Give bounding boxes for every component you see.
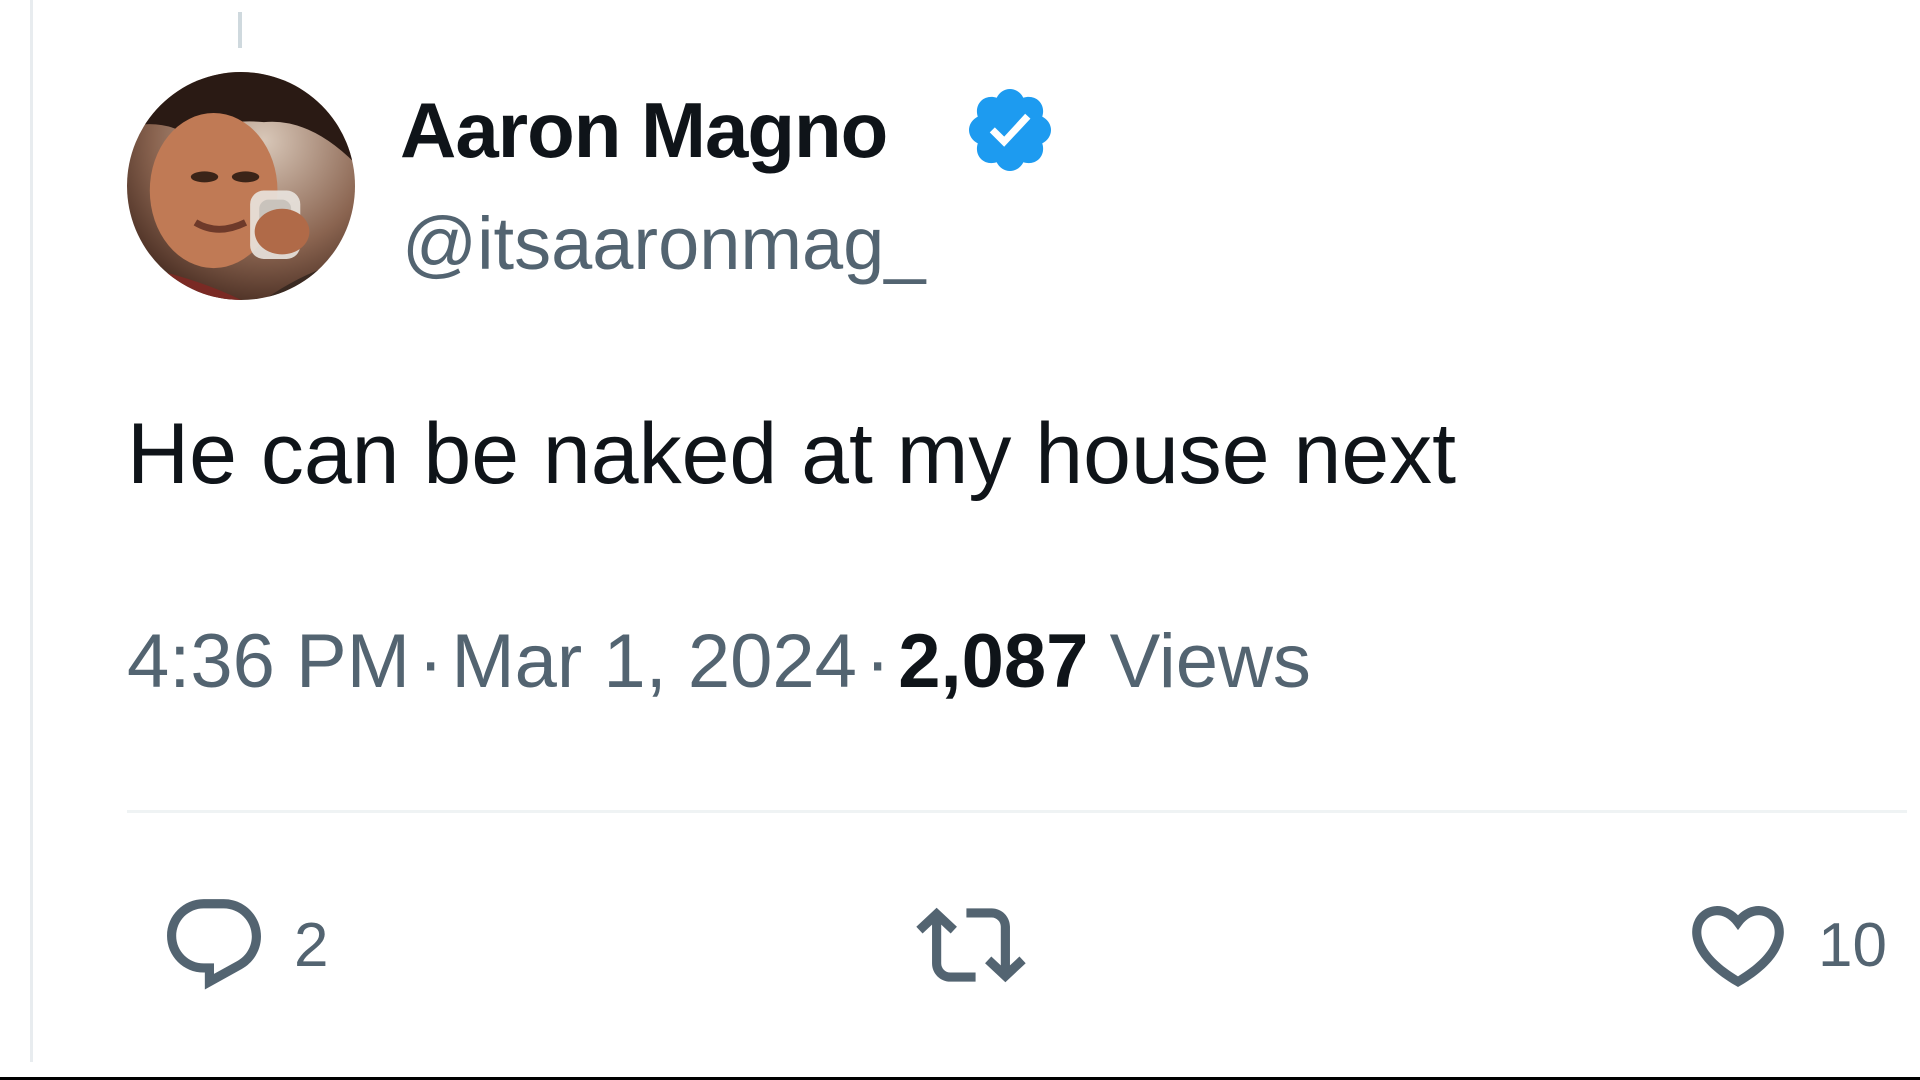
heart-icon bbox=[1692, 906, 1784, 987]
tweet-date[interactable]: Mar 1, 2024 bbox=[451, 619, 857, 704]
repost-icon bbox=[916, 907, 1026, 983]
divider bbox=[127, 810, 1907, 813]
verified-badge-icon bbox=[969, 89, 1051, 171]
like-button[interactable]: 10 bbox=[1680, 890, 1887, 1000]
author-handle[interactable]: @itsaaronmag_ bbox=[402, 198, 926, 290]
reply-count: 2 bbox=[294, 910, 329, 980]
tweet-time[interactable]: 4:36 PM bbox=[127, 619, 410, 704]
repost-button[interactable] bbox=[908, 890, 1034, 1000]
like-count: 10 bbox=[1818, 910, 1887, 980]
user-avatar-photo-icon bbox=[127, 72, 355, 300]
views-label: Views bbox=[1109, 619, 1311, 704]
views-count: 2,087 bbox=[898, 619, 1089, 704]
reply-button[interactable]: 2 bbox=[156, 890, 328, 1000]
avatar[interactable] bbox=[127, 72, 355, 300]
author-display-name[interactable]: Aaron Magno bbox=[400, 82, 888, 178]
reply-icon bbox=[167, 899, 261, 990]
thread-border bbox=[30, 0, 33, 1062]
tweet-text: He can be naked at my house next bbox=[127, 406, 1457, 502]
meta-separator: · bbox=[864, 619, 891, 704]
tweet-card: Aaron Magno @itsaaronmag_ He can be nake… bbox=[0, 0, 1920, 1080]
thread-connector-line bbox=[238, 12, 242, 48]
meta-separator: · bbox=[418, 619, 444, 704]
tweet-meta: 4:36 PM · Mar 1, 2024 · 2,087 Views bbox=[127, 616, 1311, 708]
